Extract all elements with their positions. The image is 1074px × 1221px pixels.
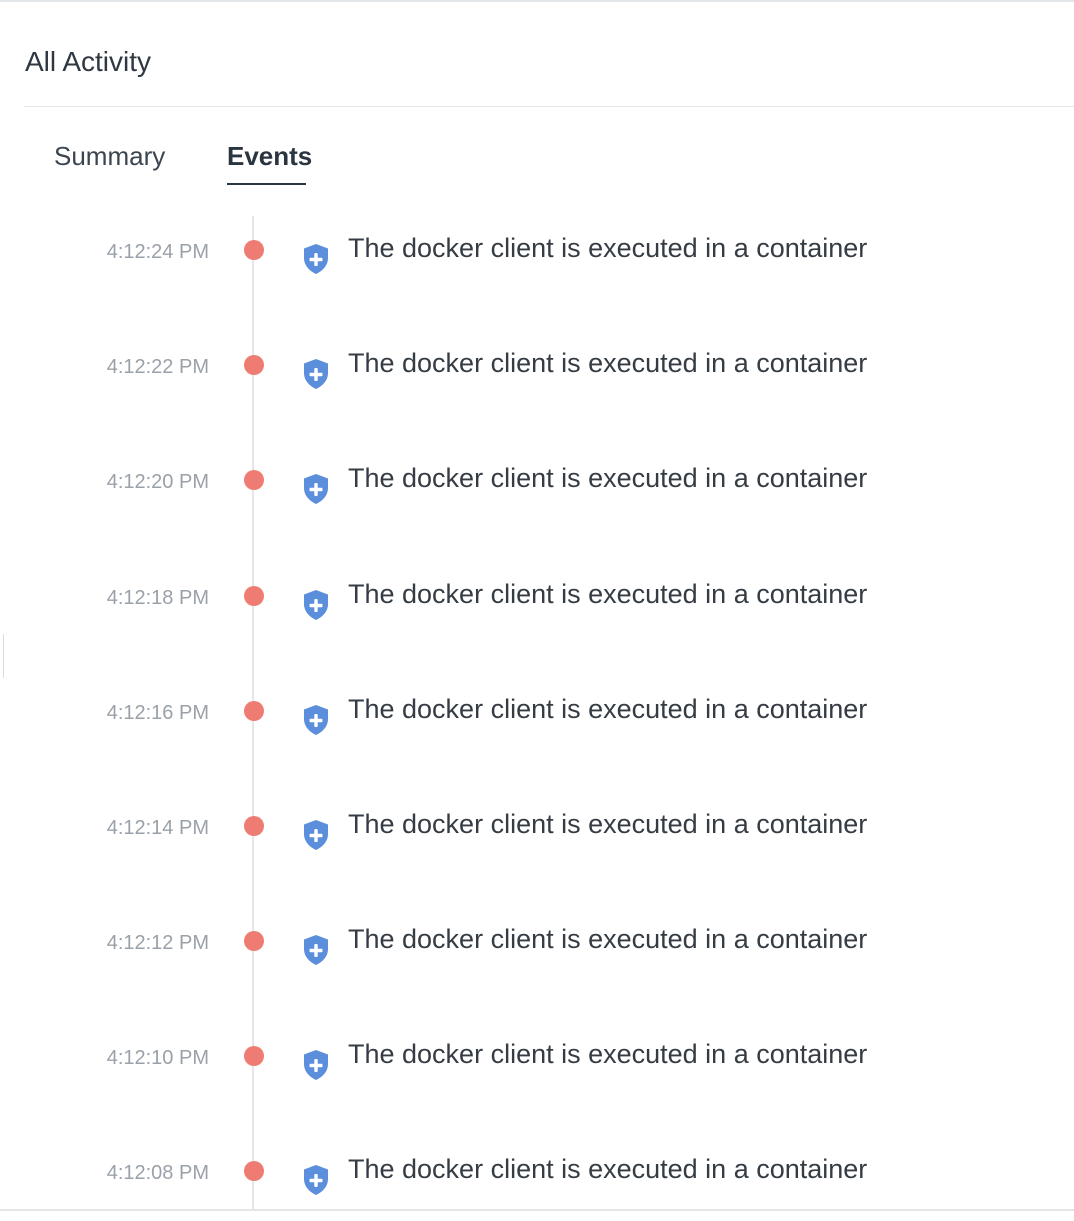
panel-title: All Activity (25, 46, 152, 77)
shield-plus-icon (302, 473, 330, 505)
event-timestamp: 4:12:16 PM (106, 702, 209, 724)
shield-plus-icon (302, 358, 330, 390)
event-severity-dot (244, 931, 264, 951)
event-row[interactable]: 4:12:12 PM The docker client is executed… (0, 924, 1074, 991)
event-description[interactable]: The docker client is executed in a conta… (348, 809, 867, 840)
event-row[interactable]: 4:12:20 PM The docker client is executed… (0, 463, 1074, 530)
shield-plus-icon (302, 589, 330, 621)
shield-plus-icon (302, 704, 330, 736)
shield-plus-icon (302, 1164, 330, 1196)
event-timestamp: 4:12:14 PM (106, 817, 209, 839)
event-severity-dot (244, 586, 264, 606)
event-description[interactable]: The docker client is executed in a conta… (348, 1154, 867, 1185)
event-description[interactable]: The docker client is executed in a conta… (348, 463, 867, 494)
event-description[interactable]: The docker client is executed in a conta… (348, 348, 867, 379)
event-description[interactable]: The docker client is executed in a conta… (348, 233, 867, 264)
event-severity-dot (244, 816, 264, 836)
tab-summary[interactable]: Summary (54, 141, 165, 172)
event-timestamp: 4:12:24 PM (106, 241, 209, 263)
event-timestamp: 4:12:22 PM (106, 356, 209, 378)
event-row[interactable]: 4:12:14 PM The docker client is executed… (0, 809, 1074, 876)
shield-plus-icon (302, 243, 330, 275)
event-timestamp: 4:12:20 PM (106, 471, 209, 493)
event-description[interactable]: The docker client is executed in a conta… (348, 694, 867, 725)
event-row[interactable]: 4:12:08 PM The docker client is executed… (0, 1154, 1074, 1221)
event-row[interactable]: 4:12:24 PM The docker client is executed… (0, 233, 1074, 300)
event-description[interactable]: The docker client is executed in a conta… (348, 579, 867, 610)
event-row[interactable]: 4:12:22 PM The docker client is executed… (0, 348, 1074, 415)
event-severity-dot (244, 355, 264, 375)
event-description[interactable]: The docker client is executed in a conta… (348, 924, 867, 955)
event-row[interactable]: 4:12:10 PM The docker client is executed… (0, 1039, 1074, 1106)
bottom-border (0, 1209, 1074, 1211)
event-severity-dot (244, 1046, 264, 1066)
event-timestamp: 4:12:18 PM (106, 587, 209, 609)
event-row[interactable]: 4:12:16 PM The docker client is executed… (0, 694, 1074, 761)
active-tab-indicator (227, 183, 306, 185)
top-border (0, 0, 1074, 2)
shield-plus-icon (302, 1049, 330, 1081)
event-timestamp: 4:12:10 PM (106, 1047, 209, 1069)
event-description[interactable]: The docker client is executed in a conta… (348, 1039, 867, 1070)
shield-plus-icon (302, 934, 330, 966)
event-timestamp: 4:12:12 PM (106, 932, 209, 954)
event-severity-dot (244, 1161, 264, 1181)
tab-events[interactable]: Events (227, 141, 312, 172)
event-severity-dot (244, 470, 264, 490)
event-severity-dot (244, 240, 264, 260)
event-severity-dot (244, 701, 264, 721)
event-row[interactable]: 4:12:18 PM The docker client is executed… (0, 579, 1074, 646)
event-timestamp: 4:12:08 PM (106, 1162, 209, 1184)
title-divider (24, 106, 1074, 107)
shield-plus-icon (302, 819, 330, 851)
